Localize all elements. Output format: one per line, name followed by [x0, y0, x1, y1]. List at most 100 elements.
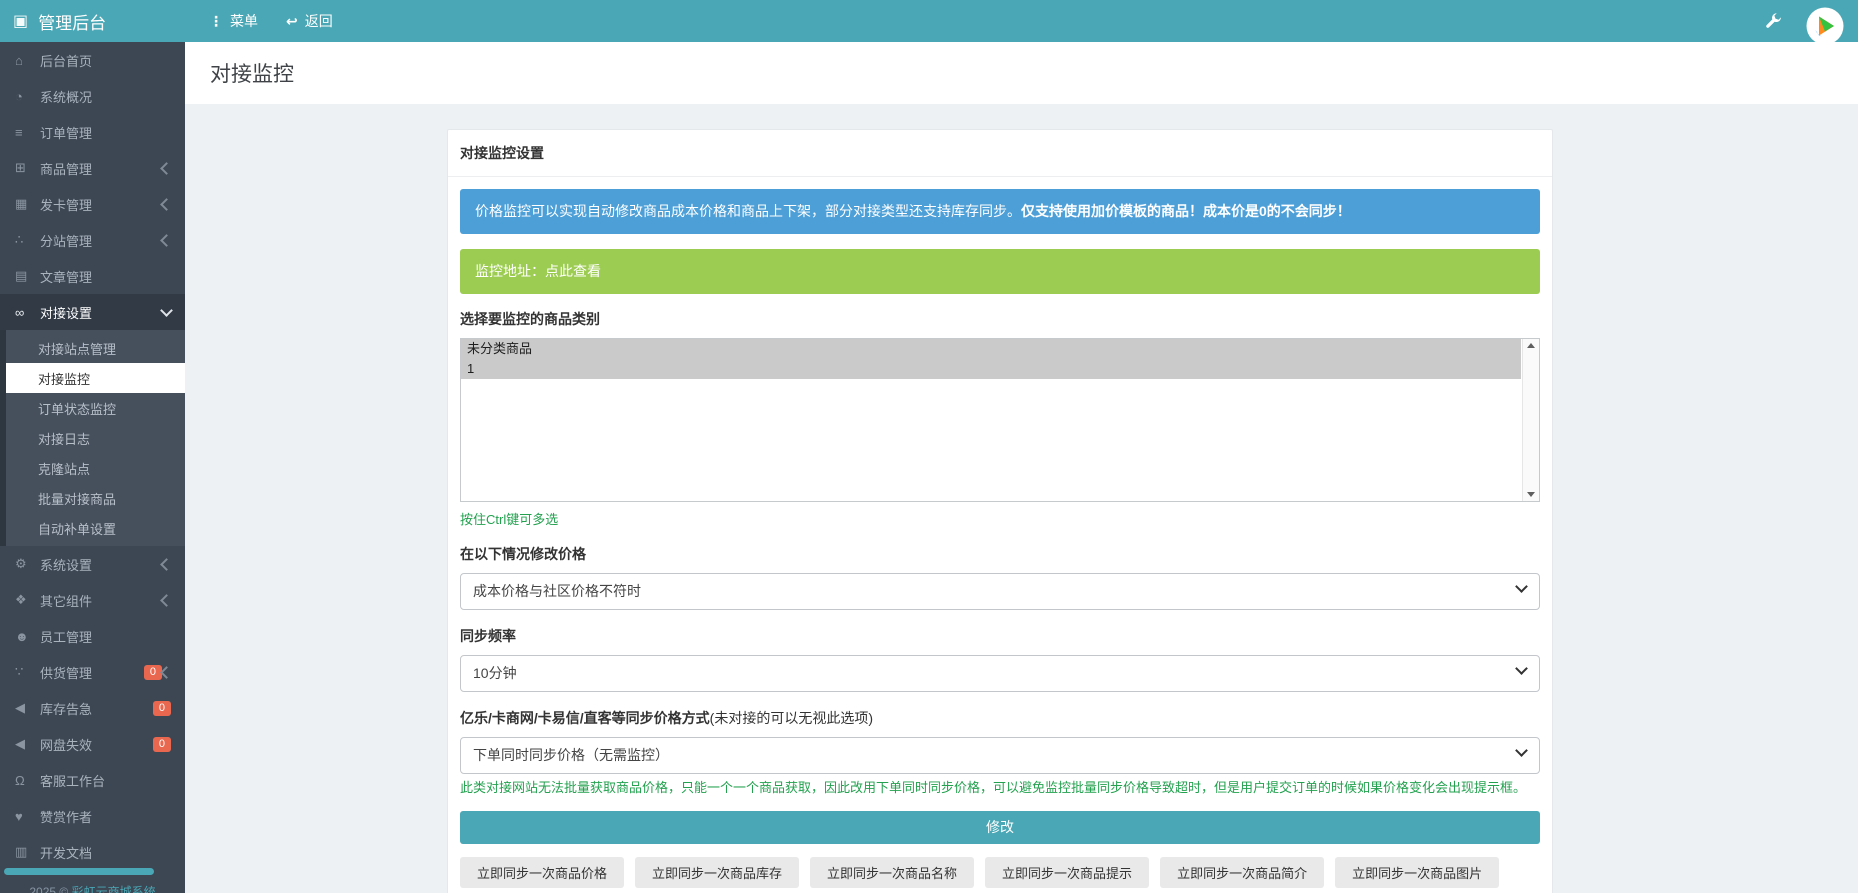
sidebar-footer: 2025 © 彩虹云商城系统 — [0, 883, 185, 893]
sync-price-mode-select[interactable]: 下单同时同步价格（无需监控） — [460, 737, 1540, 774]
back-label: 返回 — [305, 11, 333, 31]
sidebar-subitem-integration-monitor[interactable]: 对接监控 — [6, 363, 185, 393]
components-icon: ❖ — [15, 592, 40, 608]
sync-button[interactable]: 立即同步一次商品价格 — [460, 857, 624, 888]
orders-icon: ≡ — [15, 125, 40, 140]
back-icon: ↩ — [286, 13, 298, 30]
top-nav: ⋮ 菜单 ↩ 返回 — [209, 11, 333, 31]
sidebar-item-netdisk-invalid[interactable]: ◀网盘失效0 — [0, 726, 185, 762]
sidebar-item-system-settings[interactable]: ⚙系统设置 — [0, 546, 185, 582]
sidebar-item-label: 客服工作台 — [40, 771, 171, 790]
sync-button[interactable]: 立即同步一次商品提示 — [985, 857, 1149, 888]
sync-button[interactable]: 立即同步一次商品名称 — [810, 857, 974, 888]
info-alert: 价格监控可以实现自动修改商品成本价格和商品上下架，部分对接类型还支持库存同步。仅… — [460, 189, 1540, 234]
gear-icon: ⚙ — [15, 556, 40, 572]
chevron-down-icon — [160, 304, 173, 317]
sidebar-item-products[interactable]: ⊞商品管理 — [0, 150, 185, 186]
listbox-option[interactable]: 未分类商品 — [461, 339, 1521, 359]
chevron-left-icon — [160, 666, 173, 679]
sidebar-subitem-auto-reorder[interactable]: 自动补单设置 — [6, 513, 185, 543]
brand-link[interactable]: ▣ 管理后台 — [0, 9, 185, 34]
sidebar-item-support-workbench[interactable]: Ω客服工作台 — [0, 762, 185, 798]
sidebar-item-home[interactable]: ⌂后台首页 — [0, 42, 185, 78]
monitor-address-alert: 监控地址：点此查看 — [460, 249, 1540, 294]
sidebar-item-label: 系统概况 — [40, 87, 171, 106]
staff-icon: ☻ — [15, 629, 40, 644]
sidebar-scrollbar[interactable] — [4, 868, 154, 875]
sidebar-item-label: 订单管理 — [40, 123, 171, 142]
sidebar-item-supply[interactable]: ∵供货管理0 — [0, 654, 185, 690]
menu-toggle[interactable]: ⋮ 菜单 — [209, 11, 258, 31]
sync-buttons-section: 立即同步一次商品价格立即同步一次商品库存立即同步一次商品名称立即同步一次商品提示… — [460, 857, 1540, 893]
category-label: 选择要监控的商品类别 — [460, 309, 1540, 329]
listbox-scrollbar[interactable] — [1522, 339, 1539, 501]
sidebar-item-donate[interactable]: ♥赞赏作者 — [0, 798, 185, 834]
avatar[interactable] — [1806, 7, 1844, 45]
sidebar-item-label: 文章管理 — [40, 267, 171, 286]
sidebar-subitem-clone-site[interactable]: 克隆站点 — [6, 453, 185, 483]
price-condition-label: 在以下情况修改价格 — [460, 544, 1540, 564]
sidebar-item-label: 分站管理 — [40, 231, 162, 250]
cards-icon: ▦ — [15, 196, 40, 212]
back-button[interactable]: ↩ 返回 — [286, 11, 333, 31]
footer-brand-link[interactable]: 彩虹云商城系统 — [72, 885, 156, 893]
sync-frequency-select[interactable]: 10分钟 — [460, 655, 1540, 692]
subsites-icon: ∴ — [15, 232, 40, 248]
brand-title: 管理后台 — [38, 9, 106, 34]
page-title: 对接监控 — [210, 58, 294, 88]
listbox-option[interactable]: 1 — [461, 359, 1521, 379]
sidebar-item-label: 供货管理 — [40, 663, 137, 682]
submenu: 对接站点管理对接监控订单状态监控对接日志克隆站点批量对接商品自动补单设置 — [0, 330, 185, 546]
count-badge: 0 — [153, 737, 171, 752]
settings-card: 对接监控设置 价格监控可以实现自动修改商品成本价格和商品上下架，部分对接类型还支… — [447, 129, 1553, 893]
sync-button[interactable]: 立即同步一次商品简介 — [1160, 857, 1324, 888]
sidebar-item-label: 后台首页 — [40, 51, 171, 70]
sidebar-item-dev-docs[interactable]: ▥开发文档 — [0, 834, 185, 870]
sync-button[interactable]: 立即同步一次商品库存 — [635, 857, 799, 888]
link-icon: ∞ — [15, 305, 40, 320]
home-icon: ⌂ — [15, 53, 40, 68]
support-icon: Ω — [15, 773, 40, 788]
modify-button[interactable]: 修改 — [460, 811, 1540, 844]
chevron-left-icon — [160, 162, 173, 175]
info-alert-bold: 仅支持使用加价模板的商品！成本价是0的不会同步！ — [1021, 203, 1351, 219]
sidebar-subitem-integration-sites[interactable]: 对接站点管理 — [6, 333, 185, 363]
play-logo-icon — [1806, 7, 1844, 45]
info-alert-text: 价格监控可以实现自动修改商品成本价格和商品上下架，部分对接类型还支持库存同步。 — [475, 203, 1021, 219]
sidebar-subitem-order-status-monitor[interactable]: 订单状态监控 — [6, 393, 185, 423]
sidebar-item-integration-settings[interactable]: ∞对接设置 — [0, 294, 185, 330]
sidebar-item-label: 商品管理 — [40, 159, 162, 178]
sidebar-item-overview[interactable]: ◔系统概况 — [0, 78, 185, 114]
sidebar-subitem-integration-logs[interactable]: 对接日志 — [6, 423, 185, 453]
category-listbox[interactable]: 未分类商品1 — [460, 338, 1540, 502]
page-header: 对接监控 — [185, 42, 1858, 104]
sync-price-mode-note: 此类对接网站无法批量获取商品价格，只能一个一个商品获取，因此改用下单同时同步价格… — [460, 780, 1540, 797]
sidebar-item-card-issuing[interactable]: ▦发卡管理 — [0, 186, 185, 222]
sidebar-item-label: 对接设置 — [40, 303, 162, 322]
scroll-up-icon[interactable] — [1527, 343, 1535, 348]
sidebar-item-other-components[interactable]: ❖其它组件 — [0, 582, 185, 618]
scroll-down-icon[interactable] — [1527, 492, 1535, 497]
footer-year: 2025 © — [29, 885, 68, 893]
topbar: ▣ 管理后台 ⋮ 菜单 ↩ 返回 — [0, 0, 1858, 42]
sidebar-item-label: 开发文档 — [40, 843, 171, 862]
menu-icon: ⋮ — [209, 13, 223, 30]
sidebar-item-label: 赞赏作者 — [40, 807, 171, 826]
stock-alert-icon: ◀ — [15, 700, 40, 716]
sidebar-item-staff[interactable]: ☻员工管理 — [0, 618, 185, 654]
price-update-condition-select[interactable]: 成本价格与社区价格不符时 — [460, 573, 1540, 610]
count-badge: 0 — [153, 701, 171, 716]
sync-button[interactable]: 立即同步一次商品图片 — [1335, 857, 1499, 888]
netdisk-icon: ◀ — [15, 736, 40, 752]
sidebar-subitem-batch-integration[interactable]: 批量对接商品 — [6, 483, 185, 513]
wrench-icon[interactable] — [1764, 12, 1782, 30]
sidebar-item-articles[interactable]: ▤文章管理 — [0, 258, 185, 294]
sidebar-item-orders[interactable]: ≡订单管理 — [0, 114, 185, 150]
sidebar-item-stock-alert[interactable]: ◀库存告急0 — [0, 690, 185, 726]
sync-frequency-label: 同步频率 — [460, 626, 1540, 646]
monitor-address-link[interactable]: 点此查看 — [545, 263, 601, 279]
dashboard-icon: ◔ — [15, 89, 40, 104]
listbox-options: 未分类商品1 — [461, 339, 1539, 379]
sidebar-item-subsites[interactable]: ∴分站管理 — [0, 222, 185, 258]
sync-button-row: 立即同步一次商品价格立即同步一次商品库存立即同步一次商品名称立即同步一次商品提示… — [460, 857, 1540, 888]
